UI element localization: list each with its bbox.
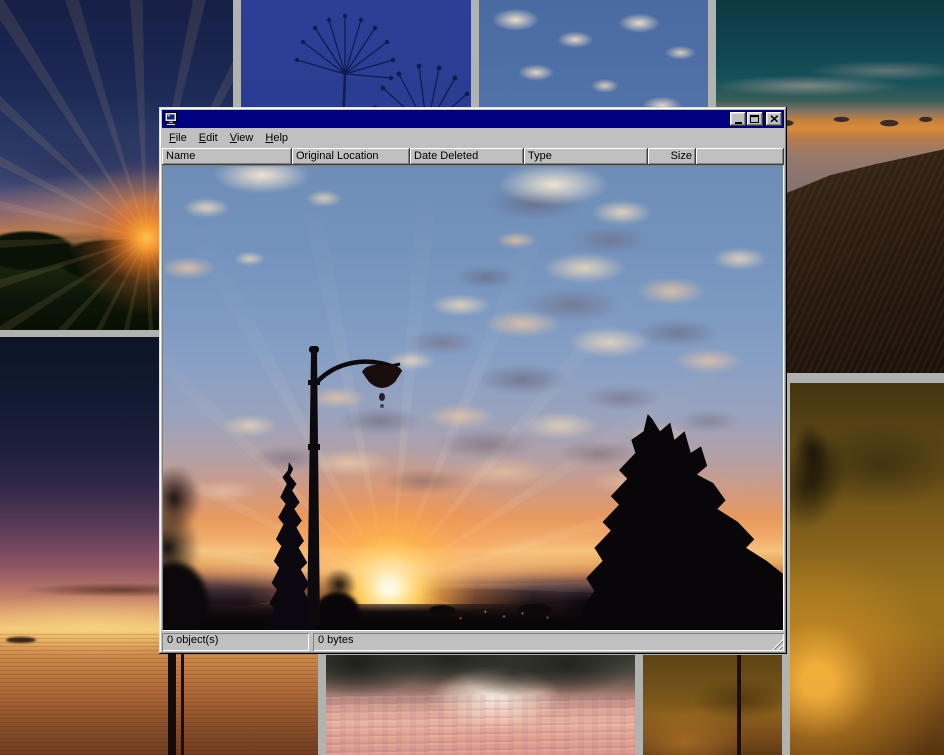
water-ripples [326, 695, 635, 755]
column-header-name[interactable]: Name [162, 148, 292, 165]
maximize-button[interactable] [747, 112, 763, 126]
water-pole [181, 652, 184, 755]
wallpaper-photo-amber-left [643, 655, 782, 755]
desktop: File Edit View Help Name Original Locati… [0, 0, 944, 755]
menu-view[interactable]: View [224, 130, 260, 146]
lamppost-silhouette [298, 344, 410, 626]
status-size-text: 0 bytes [318, 634, 353, 646]
menu-help[interactable]: Help [259, 130, 294, 146]
status-bar: 0 object(s) 0 bytes [162, 633, 784, 651]
close-button[interactable] [766, 112, 782, 126]
title-bar[interactable] [162, 110, 784, 128]
recycle-bin-window: File Edit View Help Name Original Locati… [159, 107, 787, 654]
distant-shore [6, 637, 36, 643]
maximize-icon [750, 115, 760, 124]
menu-bar: File Edit View Help [162, 128, 784, 148]
column-header-date-deleted[interactable]: Date Deleted [410, 148, 524, 165]
computer-icon[interactable] [164, 112, 178, 126]
minimize-button[interactable] [730, 112, 746, 126]
water-pole [168, 648, 176, 755]
minimize-icon [735, 122, 742, 124]
tree-silhouette-left-edge [163, 466, 219, 630]
menu-edit[interactable]: Edit [193, 130, 224, 146]
wallpaper-photo-amber-glow [790, 383, 944, 755]
column-header-type[interactable]: Type [524, 148, 648, 165]
column-header-filler [696, 148, 784, 165]
status-total-size: 0 bytes [313, 633, 784, 651]
wallpaper-photo-pink-reflection [326, 655, 635, 755]
resize-grip[interactable] [771, 638, 783, 650]
file-list-area[interactable] [162, 165, 784, 631]
pole-silhouette [737, 655, 741, 755]
close-icon [770, 115, 779, 123]
column-header-original-location[interactable]: Original Location [292, 148, 410, 165]
column-headers: Name Original Location Date Deleted Type… [162, 148, 784, 165]
column-header-size[interactable]: Size [648, 148, 696, 165]
menu-file[interactable]: File [163, 130, 193, 146]
sunset-lamppost-photo [163, 166, 783, 630]
status-object-count: 0 object(s) [162, 633, 309, 651]
